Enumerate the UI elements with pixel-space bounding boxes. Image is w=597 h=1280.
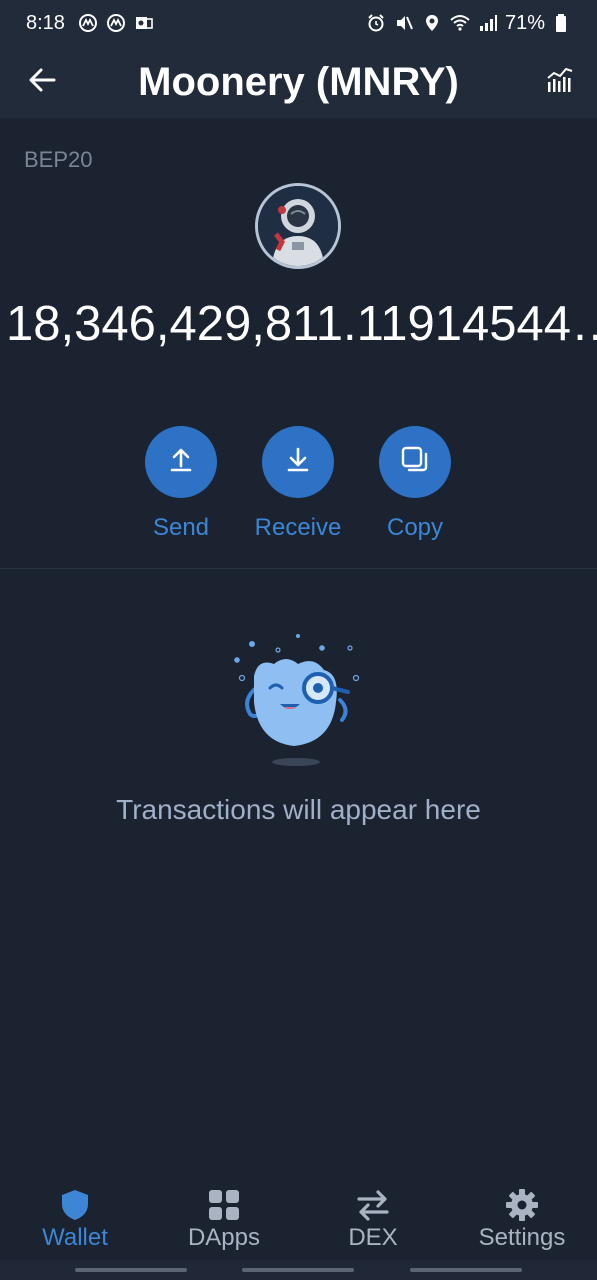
action-buttons: Send Receive Copy — [0, 426, 597, 546]
signal-icon — [477, 12, 499, 34]
nav-item-dex[interactable]: DEX — [298, 1188, 448, 1258]
copy-icon — [399, 444, 431, 481]
grid-icon — [207, 1188, 241, 1222]
copy-label[interactable]: Copy — [387, 514, 443, 542]
mute-icon — [393, 12, 415, 34]
nav-label-settings: Settings — [478, 1224, 566, 1251]
page-title: Moonery (MNRY) — [138, 60, 459, 104]
empty-state-message: Transactions will appear here — [116, 794, 481, 825]
nav-label-dex: DEX — [348, 1224, 398, 1251]
app-header: Moonery (MNRY) — [0, 46, 597, 118]
status-bar: 8:18 71% — [0, 0, 597, 46]
outlook-icon — [133, 12, 155, 34]
nav-label-wallet: Wallet — [42, 1224, 108, 1251]
astronaut-avatar-icon — [258, 186, 338, 266]
copy-button-circle[interactable] — [379, 426, 451, 498]
upload-icon — [166, 445, 196, 480]
network-label: BEP20 — [24, 147, 93, 172]
receive-label[interactable]: Receive — [255, 514, 342, 542]
battery-icon — [551, 12, 573, 34]
app-notification-icon — [105, 12, 127, 34]
app-notification-icon — [77, 12, 99, 34]
nav-item-wallet[interactable]: Wallet — [0, 1188, 150, 1258]
price-chart-button[interactable] — [543, 64, 577, 98]
token-avatar — [255, 183, 341, 269]
nav-label-dapps: DApps — [187, 1224, 261, 1251]
send-button-circle[interactable] — [145, 426, 217, 498]
system-gesture-bar — [0, 1260, 597, 1280]
download-icon — [283, 445, 313, 480]
shield-icon — [58, 1188, 92, 1222]
gesture-pill[interactable] — [242, 1268, 354, 1272]
status-right: 71% — [365, 12, 573, 35]
nav-item-settings[interactable]: Settings — [447, 1188, 597, 1258]
bottom-navigation: Wallet DApps DEX Settings — [0, 1180, 597, 1260]
battery-percentage: 71% — [504, 11, 545, 34]
back-button[interactable] — [22, 62, 62, 102]
copy-button[interactable]: Copy — [360, 426, 470, 546]
send-label[interactable]: Send — [153, 514, 209, 542]
empty-state-illustration — [228, 630, 368, 770]
status-left: 8:18 — [26, 12, 155, 35]
gesture-pill[interactable] — [410, 1268, 522, 1272]
wifi-icon — [449, 12, 471, 34]
nav-item-dapps[interactable]: DApps — [149, 1188, 299, 1258]
alarm-icon — [365, 12, 387, 34]
swap-icon — [356, 1188, 390, 1222]
send-button[interactable]: Send — [126, 426, 236, 546]
receive-button-circle[interactable] — [262, 426, 334, 498]
gesture-pill[interactable] — [75, 1268, 187, 1272]
gear-icon — [505, 1188, 539, 1222]
location-icon — [421, 12, 443, 34]
receive-button[interactable]: Receive — [243, 426, 353, 546]
chart-icon — [545, 64, 575, 99]
token-balance: 18,346,429,811.11914544… — [6, 297, 597, 351]
arrow-left-icon — [27, 65, 57, 100]
status-time: 8:18 — [26, 11, 65, 34]
divider — [0, 568, 597, 569]
